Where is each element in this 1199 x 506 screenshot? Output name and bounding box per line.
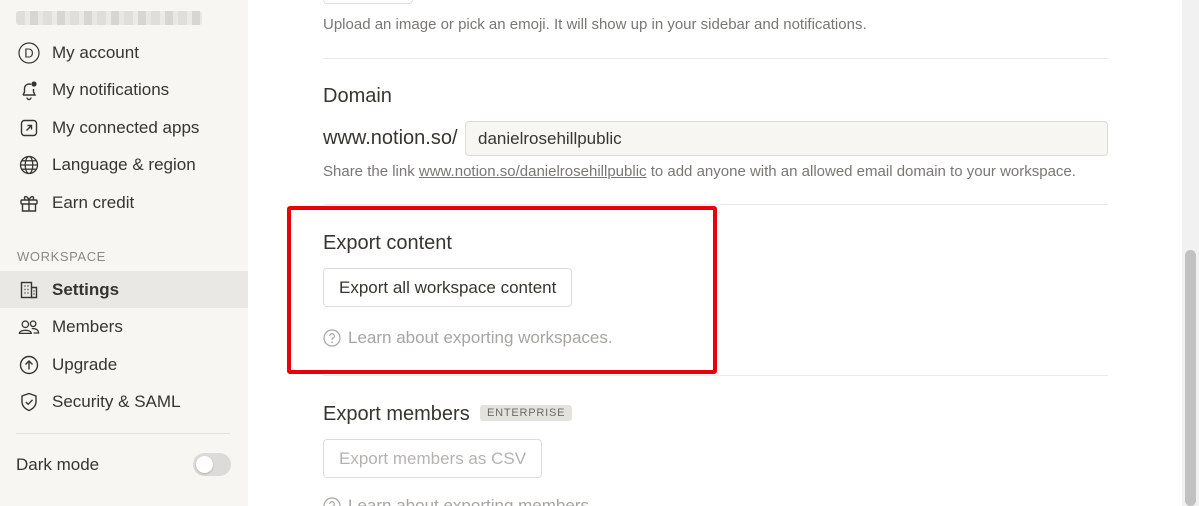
sidebar-divider	[16, 433, 230, 434]
svg-text:D: D	[24, 45, 33, 60]
learn-link-label: Learn about exporting members.	[348, 496, 594, 506]
bell-icon	[18, 79, 40, 101]
divider	[323, 58, 1108, 59]
sidebar-item-label: Members	[52, 316, 123, 336]
sidebar-item-label: My notifications	[52, 79, 170, 99]
learn-exporting-workspaces-link[interactable]: Learn about exporting workspaces.	[323, 328, 613, 348]
divider	[323, 375, 1108, 376]
domain-share-text: Share the link www.notion.so/danielroseh…	[323, 163, 1076, 180]
dark-mode-toggle[interactable]	[193, 453, 231, 476]
sidebar: D My account My notifications My connect…	[0, 0, 248, 506]
help-circle-icon	[323, 329, 341, 347]
share-text-after: to add anyone with an allowed email doma…	[646, 163, 1076, 180]
sidebar-item-language-region[interactable]: Language & region	[0, 146, 248, 183]
share-text-before: Share the link	[323, 163, 419, 180]
domain-input[interactable]	[465, 121, 1108, 156]
building-icon	[18, 279, 40, 301]
workspace-section-label: WORKSPACE	[17, 249, 106, 264]
sidebar-item-label: Earn credit	[52, 192, 135, 212]
sidebar-item-label: Language & region	[52, 154, 196, 174]
workspace-icon-hint: Upload an image or pick an emoji. It wil…	[323, 16, 867, 33]
sidebar-item-label: My account	[52, 42, 139, 62]
gift-icon	[18, 192, 40, 214]
help-circle-icon	[323, 497, 341, 506]
export-members-title: Export members	[323, 403, 470, 425]
share-link[interactable]: www.notion.so/danielrosehillpublic	[419, 163, 647, 180]
sidebar-item-earn-credit[interactable]: Earn credit	[0, 184, 248, 221]
external-link-icon	[18, 117, 40, 139]
sidebar-item-label: Settings	[52, 279, 120, 299]
account-email-blurred	[16, 11, 202, 25]
shield-check-icon	[18, 391, 40, 413]
learn-exporting-members-link[interactable]: Learn about exporting members.	[323, 496, 594, 506]
domain-title: Domain	[323, 85, 392, 107]
scrollbar-thumb[interactable]	[1185, 250, 1196, 506]
toggle-knob	[196, 456, 213, 473]
sidebar-item-label: Security & SAML	[52, 391, 181, 411]
sidebar-item-members[interactable]: Members	[0, 308, 248, 345]
upgrade-arrow-icon	[18, 354, 40, 376]
sidebar-item-label: Upgrade	[52, 354, 118, 374]
people-icon	[18, 316, 40, 338]
user-avatar-icon: D	[18, 41, 40, 64]
dark-mode-label: Dark mode	[16, 455, 100, 474]
settings-main: Upload an image or pick an emoji. It wil…	[248, 0, 1182, 506]
learn-link-label: Learn about exporting workspaces.	[348, 328, 613, 347]
divider	[323, 204, 1108, 205]
globe-icon	[18, 154, 40, 176]
export-members-csv-button[interactable]: Export members as CSV	[323, 439, 543, 478]
sidebar-item-security-saml[interactable]: Security & SAML	[0, 383, 248, 420]
sidebar-item-my-notifications[interactable]: My notifications	[0, 71, 248, 108]
upload-icon-button[interactable]	[323, 0, 413, 4]
domain-prefix: www.notion.so/	[323, 127, 458, 149]
sidebar-item-upgrade[interactable]: Upgrade	[0, 346, 248, 383]
enterprise-badge: ENTERPRISE	[480, 405, 573, 421]
sidebar-item-my-connected-apps[interactable]: My connected apps	[0, 109, 248, 146]
sidebar-item-settings[interactable]: Settings	[0, 271, 248, 308]
sidebar-item-label: My connected apps	[52, 117, 200, 137]
export-content-title: Export content	[323, 232, 452, 254]
sidebar-item-my-account[interactable]: D My account	[0, 34, 248, 71]
export-all-workspace-content-button[interactable]: Export all workspace content	[323, 268, 573, 307]
